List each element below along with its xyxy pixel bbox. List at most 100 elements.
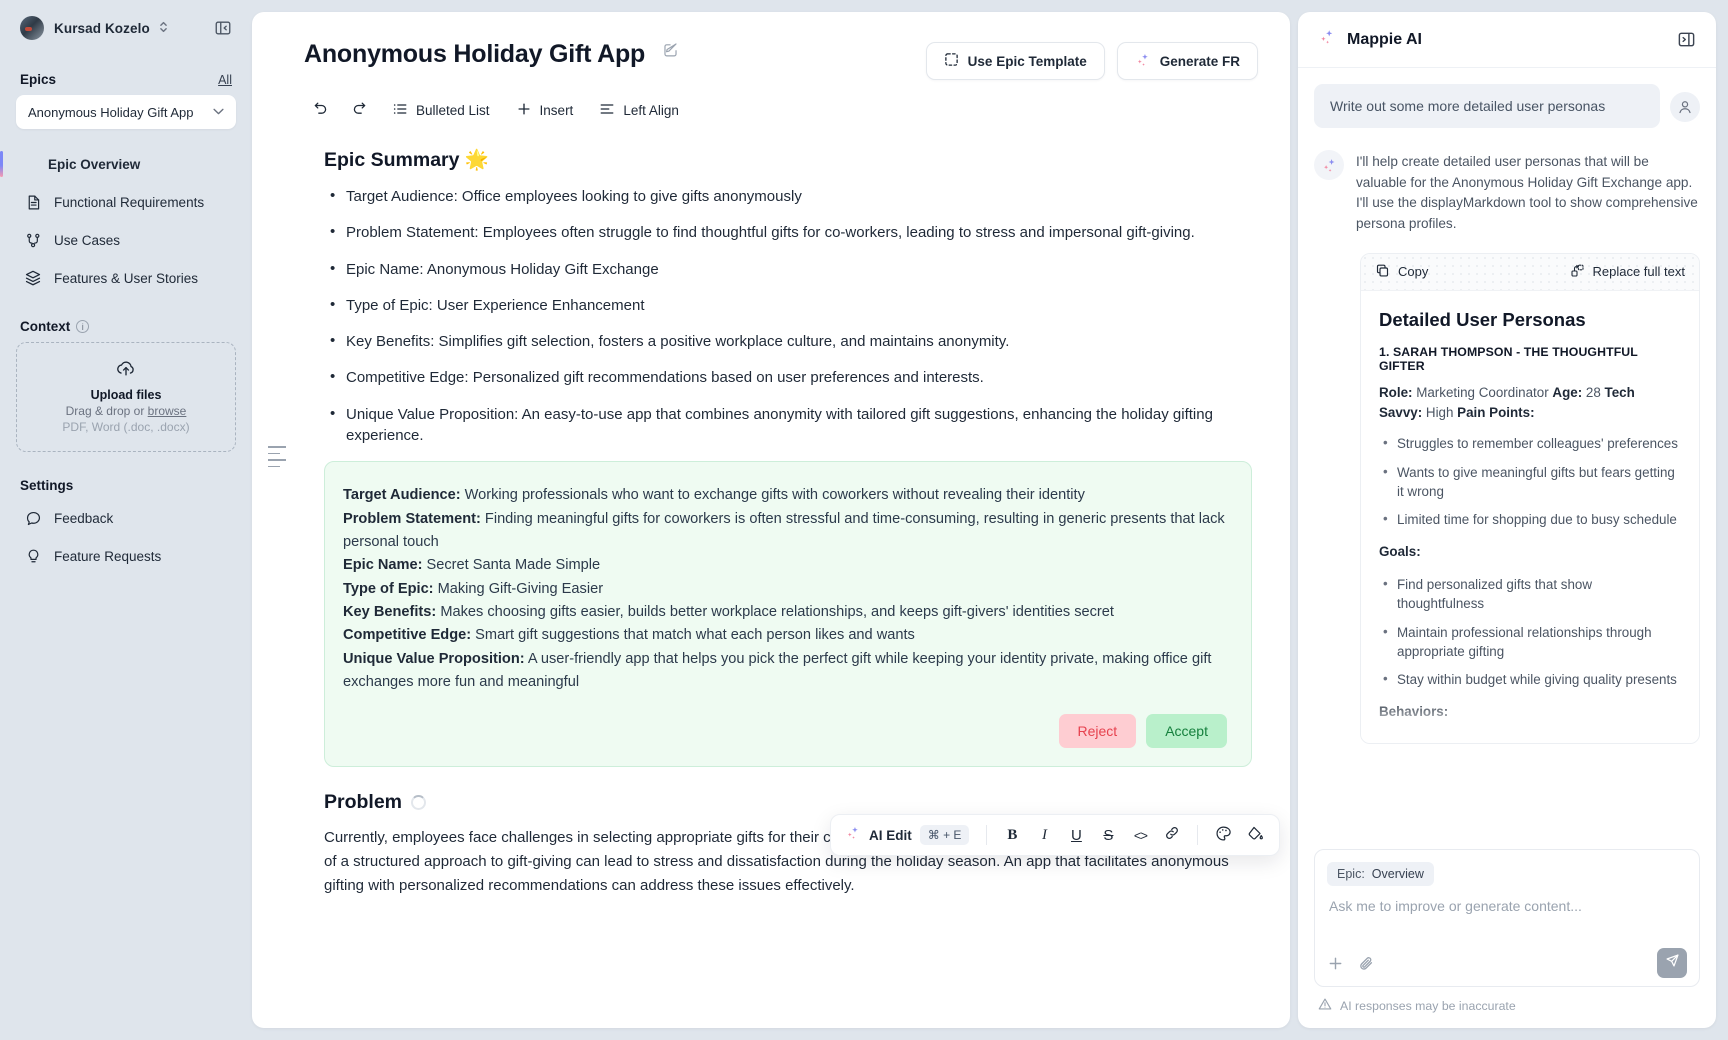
redo-button[interactable] [343,94,376,126]
pencil-square-icon[interactable] [662,41,679,58]
markdown-result-card: Copy Replace full text Detailed User Per… [1360,253,1700,744]
undo-button[interactable] [304,94,337,126]
ai-suggestion-block: Target Audience: Working professionals w… [324,461,1252,767]
sidebar-item-label: Feedback [54,511,113,526]
sidebar-user-row[interactable]: Kursad Kozelo [16,0,236,56]
list-item: Limited time for shopping due to busy sc… [1379,510,1681,529]
text-color-button[interactable] [1207,819,1239,851]
epic-select-value: Anonymous Holiday Gift App [28,105,193,120]
sidebar-item-label: Epic Overview [48,157,140,172]
bold-button[interactable]: B [996,819,1028,851]
list-item: Maintain professional relationships thro… [1379,623,1681,662]
suggestion-label: Problem Statement: [343,511,481,527]
link-icon [1164,825,1180,845]
meta-label: Pain Points: [1457,405,1534,420]
left-align-label: Left Align [623,103,679,118]
composer-footer [1327,948,1687,978]
assistant-composer[interactable]: Epic: Overview Ask me to improve or gene… [1314,849,1700,987]
floating-format-toolbar: AI Edit ⌘ + E B I U S <> [830,814,1280,856]
block-drag-handle[interactable] [268,446,286,467]
strikethrough-button[interactable]: S [1092,819,1124,851]
accept-button[interactable]: Accept [1146,714,1227,748]
pain-points-list: Struggles to remember colleagues' prefer… [1379,434,1681,530]
list-bullet-icon [392,101,408,120]
list-item: Wants to give meaningful gifts but fears… [1379,463,1681,502]
use-epic-template-label: Use Epic Template [968,54,1087,69]
persona-title: 1. SARAH THOMPSON - THE THOUGHTFUL GIFTE… [1379,345,1681,373]
page-title-text: Anonymous Holiday Gift App [304,40,645,68]
next-section-label: Behaviors: [1379,702,1681,723]
epic-select[interactable]: Anonymous Holiday Gift App [16,95,236,129]
chat-bubble-icon [24,509,42,527]
goals-label: Goals: [1379,542,1681,563]
ai-edit-label: AI Edit [869,828,912,843]
divider [986,825,987,845]
palette-icon [1215,825,1232,846]
next-section-text: Behaviors: [1379,704,1448,719]
context-chip[interactable]: Epic: Overview [1327,862,1434,886]
suggestion-text: Secret Santa Made Simple [422,557,600,573]
editor-body: Epic Summary 🌟 Target Audience: Office e… [252,126,1290,898]
problem-heading: Problem [324,791,1252,814]
upload-dropzone[interactable]: Upload files Drag & drop or browse PDF, … [16,342,236,452]
sidebar-item-use-cases[interactable]: Use Cases [16,221,236,259]
sidebar-item-feedback[interactable]: Feedback [16,499,236,537]
suggestion-label: Unique Value Proposition: [343,651,525,667]
browse-link[interactable]: browse [148,404,187,418]
use-epic-template-button[interactable]: Use Epic Template [926,42,1105,80]
upload-subtitle-prefix: Drag & drop or [66,404,148,418]
send-icon [1665,953,1680,973]
underline-button[interactable]: U [1060,819,1092,851]
align-left-icon [599,101,615,120]
paperclip-icon[interactable] [1358,955,1375,972]
assistant-disclaimer: AI responses may be inaccurate [1298,995,1716,1028]
code-button[interactable]: <> [1124,819,1156,851]
suggestion-text: Smart gift suggestions that match what e… [471,627,915,643]
sidebar: Kursad Kozelo Epics All Anonymous Holida… [0,0,252,1040]
send-button[interactable] [1657,948,1687,978]
italic-button[interactable]: I [1028,819,1060,851]
suggestion-text: Makes choosing gifts easier, builds bett… [436,604,1114,620]
list-item: Type of Epic: User Experience Enhancemen… [324,295,1252,316]
link-button[interactable] [1156,819,1188,851]
reject-button[interactable]: Reject [1059,714,1137,748]
sidebar-item-feature-requests[interactable]: Feature Requests [16,537,236,575]
divider [1197,825,1198,845]
generate-fr-button[interactable]: Generate FR [1117,42,1258,80]
insert-button[interactable]: Insert [506,94,584,126]
panel-expand-icon[interactable] [1677,30,1696,49]
insert-label: Insert [540,103,574,118]
assistant-message-row: I'll help create detailed user personas … [1314,150,1700,235]
copy-button[interactable]: Copy [1375,263,1428,281]
sidebar-item-functional-requirements[interactable]: Functional Requirements [16,183,236,221]
list-item: Find personalized gifts that show though… [1379,575,1681,614]
info-icon[interactable]: i [76,320,89,333]
upload-formats: PDF, Word (.doc, .docx) [62,420,189,434]
sparkles-icon [1135,52,1151,71]
highlight-button[interactable] [1239,819,1271,851]
app-root: Kursad Kozelo Epics All Anonymous Holida… [0,0,1728,1040]
epics-section-header: Epics All [16,56,236,95]
panel-collapse-icon[interactable] [214,19,232,37]
redo-icon [351,100,368,120]
upload-title: Upload files [91,388,162,402]
ai-edit-button[interactable]: AI Edit ⌘ + E [839,825,977,846]
left-align-button[interactable]: Left Align [589,94,689,126]
markdown-heading: Detailed User Personas [1379,309,1681,331]
user-name: Kursad Kozelo [54,21,150,36]
chevron-down-icon [213,107,224,118]
composer-input[interactable]: Ask me to improve or generate content... [1327,886,1687,914]
sidebar-item-epic-overview[interactable]: Epic Overview [16,145,236,183]
plus-icon[interactable] [1327,955,1344,972]
meta-label: Age: [1552,385,1582,400]
sidebar-item-label: Feature Requests [54,549,161,564]
sparkles-icon [845,825,861,846]
sidebar-item-features-user-stories[interactable]: Features & User Stories [16,259,236,297]
epics-all-link[interactable]: All [218,73,232,87]
list-item: Problem Statement: Employees often strug… [324,222,1252,243]
bulleted-list-button[interactable]: Bulleted List [382,94,500,126]
layers-icon [24,269,42,287]
chevron-up-down-icon[interactable] [158,20,169,37]
suggestion-actions: Reject Accept [343,714,1227,748]
replace-full-text-button[interactable]: Replace full text [1570,263,1686,281]
